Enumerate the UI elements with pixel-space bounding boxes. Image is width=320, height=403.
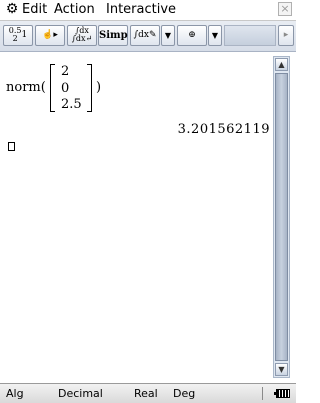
toolbar-next-button[interactable]: ▸ (278, 25, 294, 46)
fraction-toggle-button[interactable]: 0.5 2 1 (3, 25, 33, 46)
integral-edit-button[interactable]: ∫dx✎ (130, 25, 160, 46)
close-icon[interactable]: × (278, 2, 292, 16)
battery-icon (274, 389, 290, 398)
status-mode[interactable]: Alg (6, 387, 24, 400)
matrix-left-bracket (50, 64, 55, 112)
input-cursor[interactable] (8, 142, 15, 151)
close-paren: ) (96, 80, 102, 95)
matrix-right-bracket (87, 64, 92, 112)
matrix-cell: 0 (61, 81, 70, 96)
function-name: norm( (6, 80, 46, 95)
scroll-up-button[interactable]: ▲ (275, 58, 288, 71)
graph-button[interactable]: ⊕ (177, 25, 207, 46)
integral-convert-button[interactable]: ∫dx ∫dx↵ (67, 25, 97, 46)
chevron-right-icon: ▸ (283, 30, 289, 40)
vertical-scrollbar[interactable]: ▲ ▼ (273, 56, 290, 378)
dropdown-2-button[interactable]: ▼ (208, 25, 222, 46)
fraction-bottom: 2 (12, 33, 18, 43)
menu-interactive[interactable]: Interactive (106, 2, 176, 17)
status-angle[interactable]: Deg (173, 387, 195, 400)
toolbar-empty-area (224, 25, 276, 46)
dropdown-1-button[interactable]: ▼ (161, 25, 175, 46)
column-matrix: 2 0 2.5 (50, 62, 92, 114)
result-output: 3.201562119 (177, 122, 270, 137)
scrollbar-thumb[interactable] (275, 73, 288, 361)
gear-icon[interactable]: ⚙ (5, 2, 19, 16)
chevron-down-icon: ▼ (164, 31, 172, 40)
scroll-down-button[interactable]: ▼ (275, 363, 288, 376)
fraction-mid: 1 (21, 30, 28, 40)
matrix-cell: 2 (61, 64, 70, 79)
fraction-icon: 0.5 2 (9, 26, 22, 43)
graph-icon: ⊕ (188, 30, 196, 40)
status-format[interactable]: Decimal (58, 387, 103, 400)
toolbar: 0.5 2 1 ☝▸ ∫dx ∫dx↵ Simp ∫dx✎ ▼ ⊕ ▼ ▸ (0, 21, 296, 52)
status-divider (262, 387, 263, 400)
status-domain[interactable]: Real (134, 387, 158, 400)
matrix-cell: 2.5 (61, 97, 82, 112)
main-work-area[interactable]: norm( 2 0 2.5 ) 3.201562119 (0, 52, 272, 382)
hand-play-button[interactable]: ☝▸ (35, 25, 65, 46)
status-bar: Alg Decimal Real Deg (0, 383, 296, 403)
chevron-down-icon: ▼ (211, 31, 219, 40)
menu-action[interactable]: Action (54, 2, 95, 17)
integral-icon: ∫dx ∫dx↵ (71, 26, 93, 43)
menu-bar: ⚙ Edit Action Interactive × (0, 0, 296, 21)
simp-button[interactable]: Simp (98, 25, 128, 46)
integral-bottom: ∫dx↵ (71, 33, 93, 43)
hand-icon: ☝▸ (42, 30, 58, 40)
menu-edit[interactable]: Edit (22, 2, 47, 17)
